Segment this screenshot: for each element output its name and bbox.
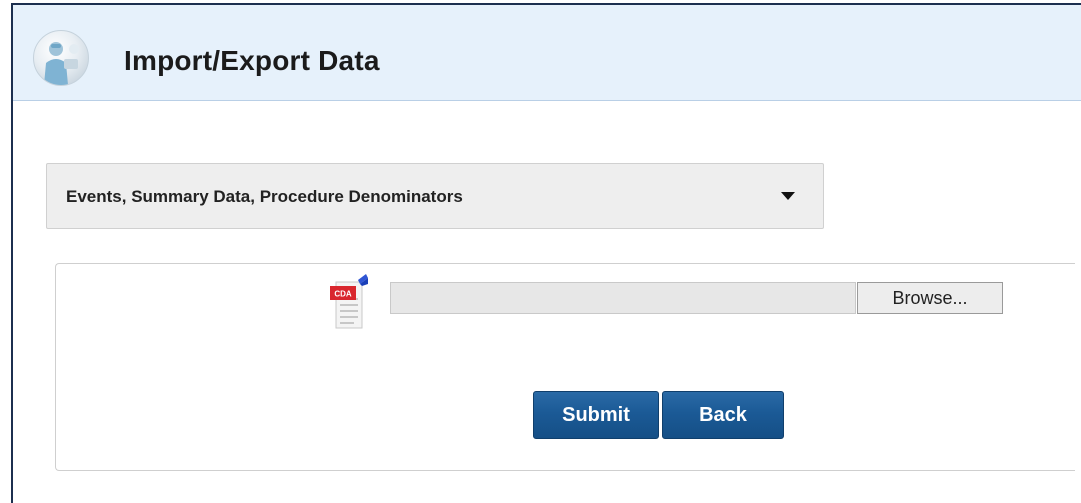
surgeon-icon (33, 30, 89, 86)
back-button[interactable]: Back (662, 391, 784, 439)
caret-down-icon (781, 192, 795, 200)
import-type-selected-value: Events, Summary Data, Procedure Denomina… (66, 187, 463, 206)
page-title: Import/Export Data (124, 45, 380, 76)
cda-file-icon: CDA (330, 272, 370, 330)
submit-button[interactable]: Submit (533, 391, 659, 439)
import-type-select[interactable]: Events, Summary Data, Procedure Denomina… (46, 163, 824, 229)
browse-button[interactable]: Browse... (857, 282, 1003, 314)
page-header: Import/Export Data (13, 5, 1081, 101)
cda-icon-text: CDA (334, 290, 352, 299)
file-path-input[interactable] (390, 282, 856, 314)
